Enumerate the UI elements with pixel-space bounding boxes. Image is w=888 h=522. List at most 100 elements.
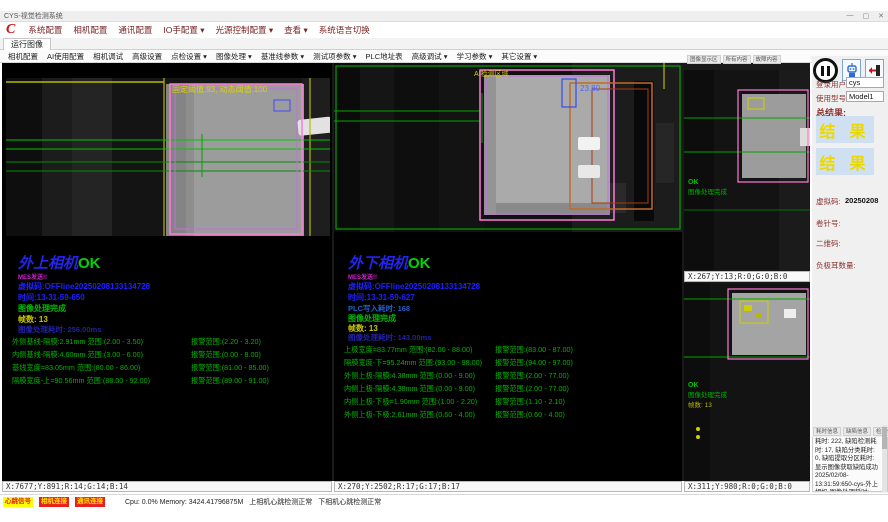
center-proc-time: 图像处理耗时: 143.00ms bbox=[348, 332, 431, 343]
upper-camera-heartbeat: 上相机心跳检测正常 bbox=[249, 497, 312, 507]
status-bar: 心跳信号 相机连接 通讯连接 Cpu: 0.0% Memory: 3424.41… bbox=[0, 494, 888, 509]
indicator-dot bbox=[696, 427, 700, 431]
alarm-range: 报警范围:(83.00 - 87.00) bbox=[495, 345, 573, 355]
login-user-field[interactable]: cys bbox=[846, 77, 884, 88]
tab-strip: 运行图像 bbox=[0, 38, 888, 50]
left-camera-image[interactable]: 固定阈值:93, 动态阈值:100 bbox=[6, 78, 330, 236]
pause-icon bbox=[821, 66, 824, 76]
left-coord-readout: X:7677;Y:891;R:14;G:14;B:14 bbox=[2, 481, 332, 492]
camera-conn-badge: 相机连接 bbox=[39, 497, 69, 507]
tool-image-process[interactable]: 图像处理 ▾ bbox=[216, 51, 252, 62]
result-display-2: 结 果 bbox=[816, 148, 874, 175]
center-time: 时间:13-31-59-627 bbox=[348, 292, 415, 303]
tab-highlight bbox=[578, 165, 600, 178]
alarm-range: 报警范围:(89.00 - 91.00) bbox=[191, 376, 269, 386]
tool-camera-config[interactable]: 相机配置 bbox=[8, 51, 38, 62]
tool-advanced-debug[interactable]: 高级调试 ▾ bbox=[412, 51, 448, 62]
bottom-small-result: OK bbox=[688, 382, 699, 389]
stats-tabs: 耗时信息 缺陷信息 检测信息 bbox=[813, 427, 888, 436]
negative-tab-count-label: 负极耳数量: bbox=[816, 260, 856, 271]
model-field[interactable]: Model1 bbox=[846, 91, 884, 102]
center-result-ok: OK bbox=[408, 255, 431, 272]
tool-ai-config[interactable]: AI使用配置 bbox=[47, 51, 84, 62]
bottom-small-frames: 帧数: 13 bbox=[688, 400, 712, 409]
tool-plc-table[interactable]: PLC地址表 bbox=[366, 51, 403, 62]
left-proc-time: 图像处理耗时: 256.00ms bbox=[18, 324, 101, 335]
measurement-row: 内侧上极-下极=1.90mm 范围:(1.00 - 2.20) bbox=[344, 397, 477, 407]
tab-time-info[interactable]: 耗时信息 bbox=[813, 427, 841, 436]
menu-view[interactable]: 查看 ▾ bbox=[284, 24, 308, 36]
left-camera-title: 外上相机OK bbox=[18, 252, 101, 273]
tab-run-image[interactable]: 运行图像 bbox=[3, 38, 51, 50]
bottom-small-coord-readout: X:311;Y:980;R:0;G:0;B:0 bbox=[684, 481, 810, 492]
minimize-icon[interactable]: — bbox=[847, 12, 854, 20]
ai-region-overlay-text: AI检测区域 bbox=[474, 69, 509, 78]
bottom-small-camera-image[interactable]: OK 图像处理完成 帧数: 13 bbox=[684, 283, 810, 481]
menu-system-config[interactable]: 系统配置 bbox=[28, 24, 62, 36]
measurement-row: 外侧上极-下极:2.61mm 范围:(0.60 - 4.00) bbox=[344, 410, 475, 420]
measurement-row: 基线宽度=83.05mm 范围:(80.00 - 86.00) bbox=[12, 363, 140, 373]
app-logo-icon: C bbox=[6, 22, 15, 38]
alarm-range: 报警范围:(81.00 - 85.00) bbox=[191, 363, 269, 373]
center-barcode: 虚拟码:OFFline20250208133134728 bbox=[348, 281, 480, 292]
alarm-range: 报警范围:(2.20 - 3.20) bbox=[191, 337, 261, 347]
comm-conn-badge: 通讯连接 bbox=[75, 497, 105, 507]
tool-baseline-params[interactable]: 基准线参数 ▾ bbox=[261, 51, 304, 62]
top-small-coord-readout: X:267;Y:13;R:0;G:0;B:0 bbox=[684, 271, 810, 282]
virtual-code-label: 虚拟码: bbox=[816, 196, 841, 207]
alarm-range: 报警范围:(94.00 - 97.00) bbox=[495, 358, 573, 368]
window-title: CYS-视觉检测系统 bbox=[4, 11, 63, 21]
tool-learn-params[interactable]: 学习参数 ▾ bbox=[456, 51, 492, 62]
robot-icon bbox=[846, 63, 858, 78]
measurement-row: 内侧上极-隔膜:4.38mm 范围:(0.00 - 9.00) bbox=[344, 384, 475, 394]
tab-all-content[interactable]: 所有内容 bbox=[723, 55, 751, 64]
tool-test-params[interactable]: 测试项参数 ▾ bbox=[313, 51, 356, 62]
tool-other-settings[interactable]: 其它设置 ▾ bbox=[501, 51, 537, 62]
measurement-row: 外侧上极-隔膜:4.38mm 范围:(0.00 - 9.00) bbox=[344, 371, 475, 381]
tool-camera-debug[interactable]: 相机调试 bbox=[93, 51, 123, 62]
exit-icon bbox=[868, 64, 881, 77]
menu-camera-config[interactable]: 相机配置 bbox=[73, 24, 107, 36]
lower-camera-heartbeat: 下相机心跳检测正常 bbox=[318, 497, 381, 507]
menu-language[interactable]: 系统语言切换 bbox=[319, 24, 370, 36]
measurement-row: 上极宽度=83.77mm 范围:(82.00 - 88.00) bbox=[344, 345, 472, 355]
bright-spot bbox=[784, 309, 796, 318]
left-mes-status: MES发送!! bbox=[18, 272, 47, 281]
top-small-camera-image[interactable]: OK 图像处理完成 bbox=[684, 70, 810, 270]
measurement-row: 内侧基线-隔膜:4.60mm 范围:(3.00 - 6.00) bbox=[12, 350, 143, 360]
close-icon[interactable]: ✕ bbox=[878, 12, 884, 20]
alarm-range: 报警范围:(2.00 - 77.00) bbox=[495, 384, 569, 394]
stats-scrollbar[interactable] bbox=[882, 425, 887, 492]
menu-light-config[interactable]: 光源控制配置 ▾ bbox=[216, 24, 274, 36]
alarm-range: 报警范围:(0.60 - 4.00) bbox=[495, 410, 565, 420]
cell-body bbox=[742, 94, 806, 178]
alarm-range: 报警范围:(2.00 - 77.00) bbox=[495, 371, 569, 381]
heartbeat-badge: 心跳信号 bbox=[3, 497, 33, 507]
measurement-row: 隔膜宽度-下=95.24mm 范围:(93.00 - 98.00) bbox=[344, 358, 482, 368]
left-time: 时间:13-31-59-650 bbox=[18, 292, 85, 303]
tool-advanced-settings[interactable]: 高级设置 bbox=[132, 51, 162, 62]
left-barcode: 虚拟码:OFFline20250208133134728 bbox=[18, 281, 150, 292]
tab-fault-content[interactable]: 故障内容 bbox=[753, 55, 781, 64]
top-small-result: OK bbox=[688, 179, 699, 186]
tab-defect-info[interactable]: 缺陷信息 bbox=[843, 427, 871, 436]
threshold-overlay-text: 固定阈值:93, 动态阈值:100 bbox=[172, 84, 268, 94]
menu-comm-config[interactable]: 通讯配置 bbox=[118, 24, 152, 36]
tab-highlight bbox=[578, 137, 600, 150]
menu-io-config[interactable]: IO手配置 ▾ bbox=[163, 24, 204, 36]
measure-value-overlay: 23.80 bbox=[580, 84, 601, 93]
tab-image-display[interactable]: 图像显示区 bbox=[687, 55, 721, 64]
measurement-row: 外侧基线-隔膜:2.91mm 范围:(2.00 - 3.50) bbox=[12, 337, 143, 347]
scrollbar-thumb[interactable] bbox=[882, 427, 887, 449]
bottom-small-status: 图像处理完成 bbox=[688, 390, 728, 399]
center-camera-image[interactable]: 23.80 AI检测区域 bbox=[334, 63, 682, 232]
top-small-status: 图像处理完成 bbox=[688, 187, 728, 196]
maximize-icon[interactable]: ▢ bbox=[863, 12, 870, 20]
result-display-1: 结 果 bbox=[816, 116, 874, 143]
model-label: 使用型号: bbox=[816, 93, 848, 104]
menu-bar: C 系统配置 相机配置 通讯配置 IO手配置 ▾ 光源控制配置 ▾ 查看 ▾ 系… bbox=[0, 22, 888, 38]
app-window: CYS-视觉检测系统 — ▢ ✕ C 系统配置 相机配置 通讯配置 IO手配置 … bbox=[0, 0, 888, 522]
indicator-dot bbox=[696, 435, 700, 439]
tool-spot-check[interactable]: 点检设置 ▾ bbox=[171, 51, 207, 62]
alarm-range: 报警范围:(1.10 - 2.10) bbox=[495, 397, 565, 407]
